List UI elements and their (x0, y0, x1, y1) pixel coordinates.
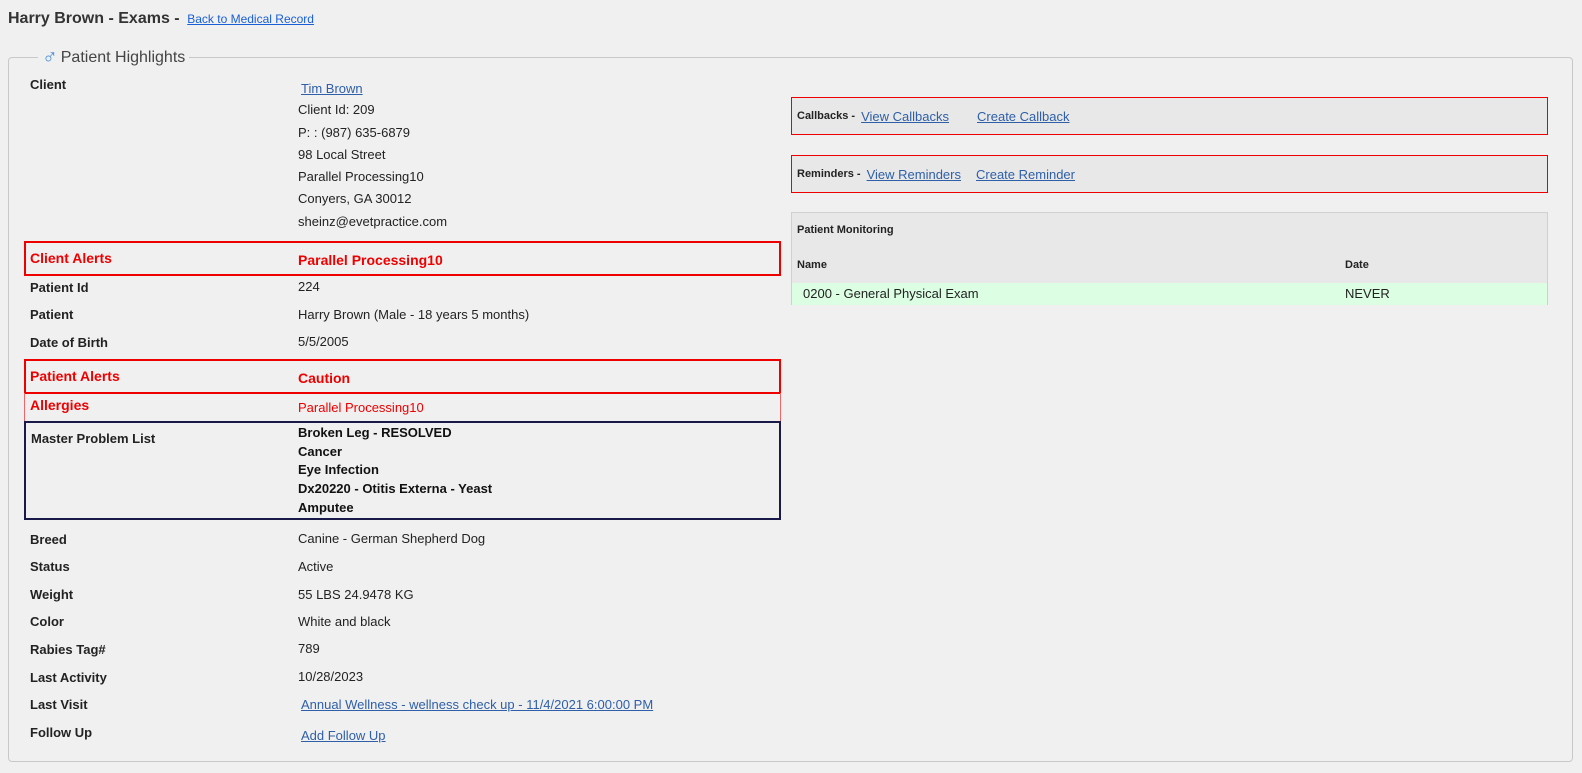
dob-value: 5/5/2005 (298, 334, 349, 349)
breed-label: Breed (30, 532, 67, 547)
client-alerts-value: Parallel Processing10 (298, 252, 443, 268)
client-alerts-label: Client Alerts (30, 250, 112, 266)
problem-item: Eye Infection (298, 462, 379, 478)
allergies-value: Parallel Processing10 (298, 400, 424, 415)
callbacks-panel: Callbacks - View Callbacks Create Callba… (791, 97, 1548, 135)
problem-item: Dx20220 - Otitis Externa - Yeast (298, 481, 493, 497)
patient-alerts-label: Patient Alerts (30, 368, 120, 384)
column-header-name: Name (797, 259, 827, 271)
last-visit-link[interactable]: Annual Wellness - wellness check up - 11… (301, 697, 653, 712)
patient-highlights-legend: ♂ Patient Highlights (38, 46, 190, 69)
patient-value: Harry Brown (Male - 18 years 5 months) (298, 307, 530, 322)
create-callback-link[interactable]: Create Callback (977, 109, 1070, 124)
last-visit-label: Last Visit (30, 697, 88, 712)
breed-value: Canine - German Shepherd Dog (298, 531, 486, 546)
status-label: Status (30, 559, 70, 574)
color-label: Color (30, 614, 64, 629)
view-callbacks-link[interactable]: View Callbacks (861, 109, 949, 124)
male-icon: ♂ (42, 46, 58, 69)
client-address-line1: 98 Local Street (298, 147, 386, 162)
client-label: Client (30, 77, 67, 92)
view-reminders-link[interactable]: View Reminders (867, 167, 961, 182)
callbacks-title: Callbacks - (797, 110, 856, 122)
rabies-tag-label: Rabies Tag# (30, 642, 106, 657)
dob-label: Date of Birth (30, 335, 108, 350)
patient-alerts-box (24, 359, 781, 394)
client-name-link[interactable]: Tim Brown (301, 81, 363, 96)
client-id: Client Id: 209 (298, 102, 375, 117)
patient-id-value: 224 (298, 279, 320, 294)
add-follow-up-link[interactable]: Add Follow Up (301, 728, 386, 743)
problem-list: Broken Leg - RESOLVED Cancer Eye Infecti… (298, 424, 492, 518)
column-header-date: Date (1345, 259, 1369, 271)
back-to-medical-record-link[interactable]: Back to Medical Record (187, 12, 314, 26)
client-email: sheinz@evetpractice.com (298, 214, 448, 229)
patient-monitoring-panel: Patient Monitoring Name Date 0200 - Gene… (791, 212, 1548, 305)
allergies-label: Allergies (30, 397, 90, 413)
monitoring-row[interactable]: 0200 - General Physical Exam NEVER (792, 283, 1547, 305)
follow-up-label: Follow Up (30, 725, 93, 740)
last-activity-value: 10/28/2023 (298, 669, 364, 684)
weight-value: 55 LBS 24.9478 KG (298, 587, 414, 602)
client-phone: P: : (987) 635-6879 (298, 125, 411, 140)
page-header: Harry Brown - Exams - Back to Medical Re… (8, 10, 314, 28)
problem-item: Cancer (298, 443, 343, 459)
patient-label: Patient (30, 307, 74, 322)
monitoring-row-name: 0200 - General Physical Exam (803, 286, 979, 301)
master-problem-list-label: Master Problem List (31, 431, 156, 446)
patient-monitoring-title: Patient Monitoring (797, 224, 894, 236)
monitoring-row-date: NEVER (1345, 286, 1390, 301)
problem-item: Broken Leg - RESOLVED (298, 425, 452, 440)
client-city: Conyers, GA 30012 (298, 191, 412, 206)
color-value: White and black (298, 614, 391, 629)
reminders-panel: Reminders - View Reminders Create Remind… (791, 155, 1548, 193)
last-activity-label: Last Activity (30, 670, 107, 685)
client-address-line2: Parallel Processing10 (298, 169, 424, 184)
page-title: Harry Brown - Exams - (8, 10, 180, 27)
status-value: Active (298, 559, 334, 574)
rabies-tag-value: 789 (298, 641, 320, 656)
create-reminder-link[interactable]: Create Reminder (976, 167, 1075, 182)
patient-alerts-value: Caution (298, 370, 351, 386)
patient-highlights-title: Patient Highlights (60, 48, 186, 66)
reminders-title: Reminders - (797, 168, 861, 180)
problem-item: Amputee (298, 499, 354, 515)
weight-label: Weight (30, 587, 74, 602)
patient-id-label: Patient Id (30, 280, 89, 295)
